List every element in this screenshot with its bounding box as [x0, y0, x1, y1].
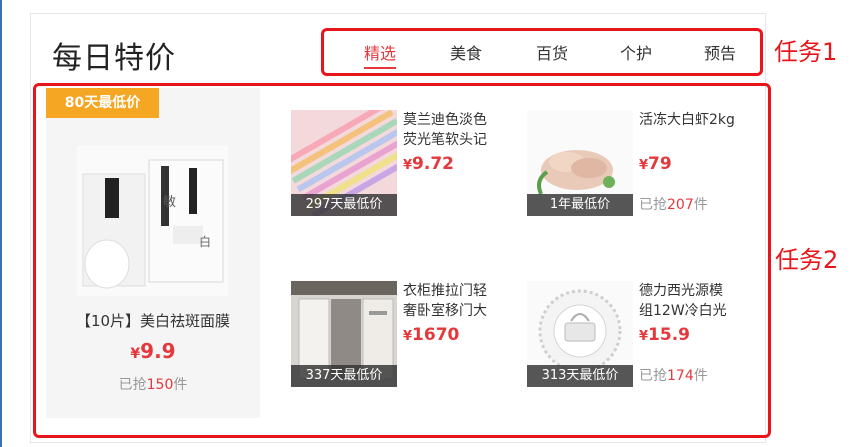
- product-name[interactable]: 衣柜推拉门轻奢卧室移门大: [403, 281, 499, 321]
- tab-gehu[interactable]: 个护: [620, 40, 652, 64]
- product-name[interactable]: 活冻大白虾2kg: [639, 110, 735, 130]
- price-value: 15.9: [648, 325, 690, 345]
- price-value: 9.9: [140, 339, 176, 363]
- sold-prefix: 已抢: [639, 197, 667, 213]
- window-left-border: [0, 0, 2, 447]
- featured-sold-count: 已抢150件: [46, 374, 260, 394]
- sold-number: 207: [667, 197, 694, 213]
- task1-label: 任务1: [774, 38, 838, 66]
- highlighter-product-image: 297天最低价: [291, 110, 397, 216]
- tab-baihuo[interactable]: 百货: [536, 40, 568, 64]
- product-sold-count: 已抢207件: [639, 194, 708, 214]
- product-price: ¥15.9: [639, 325, 690, 345]
- tab-jingxuan[interactable]: 精选: [364, 40, 397, 69]
- currency-symbol: ¥: [403, 329, 413, 344]
- product-sold-count: 已抢174件: [639, 365, 708, 385]
- price-value: 1670: [412, 325, 460, 345]
- product-price: ¥79: [639, 154, 672, 174]
- product-card[interactable]: 313天最低价 德力西光源模组12W冷白光 ¥15.9 已抢174件: [527, 281, 752, 387]
- task2-label: 任务2: [775, 246, 839, 274]
- wardrobe-product-image: 337天最低价: [291, 281, 397, 387]
- featured-product-card[interactable]: 80天最低价 敏 白 【10片】美白祛斑面膜 ¥9.9 已抢150件: [46, 88, 260, 418]
- category-tabs: 精选 美食 百货 个护 预告: [322, 30, 762, 74]
- product-price: ¥9.72: [403, 154, 454, 174]
- sold-prefix: 已抢: [118, 377, 147, 393]
- featured-product-price: ¥9.9: [46, 339, 260, 363]
- page-title: 每日特价: [52, 41, 176, 76]
- product-card[interactable]: 337天最低价 衣柜推拉门轻奢卧室移门大 ¥1670: [291, 281, 516, 387]
- sold-suffix: 件: [693, 368, 708, 384]
- product-card[interactable]: 297天最低价 莫兰迪色淡色荧光笔软头记 ¥9.72: [291, 110, 516, 216]
- svg-text:白: 白: [199, 234, 211, 249]
- tab-meishi[interactable]: 美食: [450, 40, 482, 64]
- lowest-price-badge: 337天最低价: [291, 365, 397, 387]
- sold-suffix: 件: [693, 197, 708, 213]
- currency-symbol: ¥: [130, 346, 141, 362]
- tab-yugao[interactable]: 预告: [704, 40, 736, 64]
- svg-text:敏: 敏: [163, 195, 176, 210]
- sold-suffix: 件: [173, 377, 188, 393]
- price-value: 79: [648, 154, 672, 174]
- sold-number: 174: [667, 368, 694, 384]
- product-card[interactable]: 1年最低价 活冻大白虾2kg ¥79 已抢207件: [527, 110, 752, 216]
- led-module-product-image: 313天最低价: [527, 281, 633, 387]
- lowest-price-badge: 1年最低价: [527, 194, 633, 216]
- lowest-price-badge: 297天最低价: [291, 194, 397, 216]
- product-name[interactable]: 莫兰迪色淡色荧光笔软头记: [403, 110, 499, 150]
- shrimp-product-image: 1年最低价: [527, 110, 633, 216]
- featured-product-name[interactable]: 【10片】美白祛斑面膜: [46, 310, 260, 331]
- currency-symbol: ¥: [639, 158, 649, 173]
- lowest-price-ribbon: 80天最低价: [46, 88, 159, 118]
- product-name[interactable]: 德力西光源模组12W冷白光: [639, 281, 735, 321]
- price-value: 9.72: [412, 154, 454, 174]
- sold-prefix: 已抢: [639, 368, 667, 384]
- currency-symbol: ¥: [639, 329, 649, 344]
- sold-number: 150: [146, 377, 174, 393]
- lowest-price-badge: 313天最低价: [527, 365, 633, 387]
- face-mask-product-image: 敏 白: [77, 146, 228, 296]
- currency-symbol: ¥: [403, 158, 413, 173]
- product-price: ¥1670: [403, 325, 459, 345]
